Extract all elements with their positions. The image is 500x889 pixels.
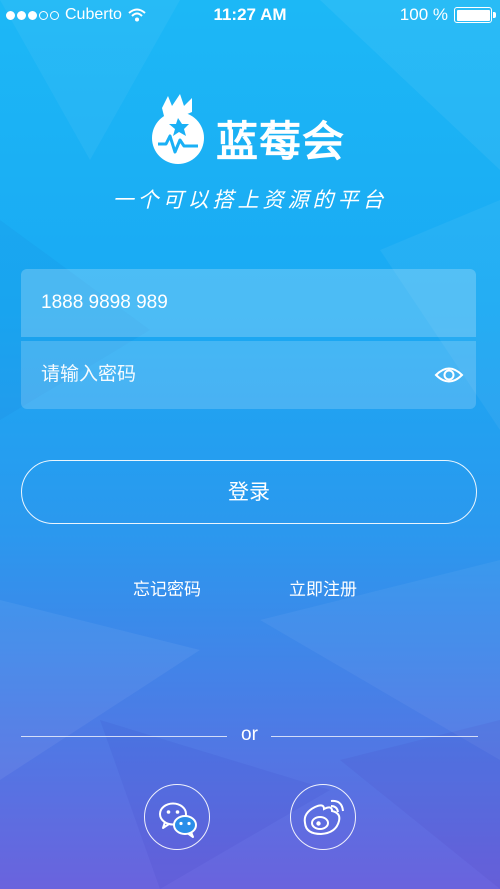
wechat-login-button[interactable] bbox=[144, 784, 210, 850]
status-bar: Cuberto 11:27 AM 100 % bbox=[0, 0, 500, 30]
weibo-icon bbox=[303, 799, 344, 836]
battery-percent: 100 % bbox=[399, 5, 448, 24]
password-field[interactable]: 请输入密码 bbox=[21, 341, 476, 409]
login-button[interactable]: 登录 bbox=[21, 460, 477, 524]
phone-field[interactable]: 1888 9898 989 bbox=[21, 269, 476, 337]
password-input[interactable]: 请输入密码 bbox=[41, 341, 136, 409]
status-right: 100 % bbox=[399, 5, 496, 25]
divider-label: or bbox=[241, 724, 258, 745]
brand-name: 蓝莓会 bbox=[216, 117, 346, 166]
forgot-password-link[interactable]: 忘记密码 bbox=[133, 575, 201, 600]
divider-line-right bbox=[271, 736, 478, 737]
or-divider: or bbox=[21, 724, 478, 747]
battery-icon bbox=[454, 7, 496, 23]
brand-slogan: 一个可以搭上资源的平台 bbox=[112, 188, 388, 212]
weibo-login-button[interactable] bbox=[290, 784, 356, 850]
eye-icon[interactable] bbox=[434, 363, 464, 387]
brand-logo: 蓝莓会 bbox=[148, 92, 360, 172]
wechat-icon bbox=[159, 802, 197, 838]
blueberry-logo-icon bbox=[152, 94, 204, 164]
phone-input[interactable]: 1888 9898 989 bbox=[41, 269, 168, 337]
register-link[interactable]: 立即注册 bbox=[289, 575, 357, 600]
